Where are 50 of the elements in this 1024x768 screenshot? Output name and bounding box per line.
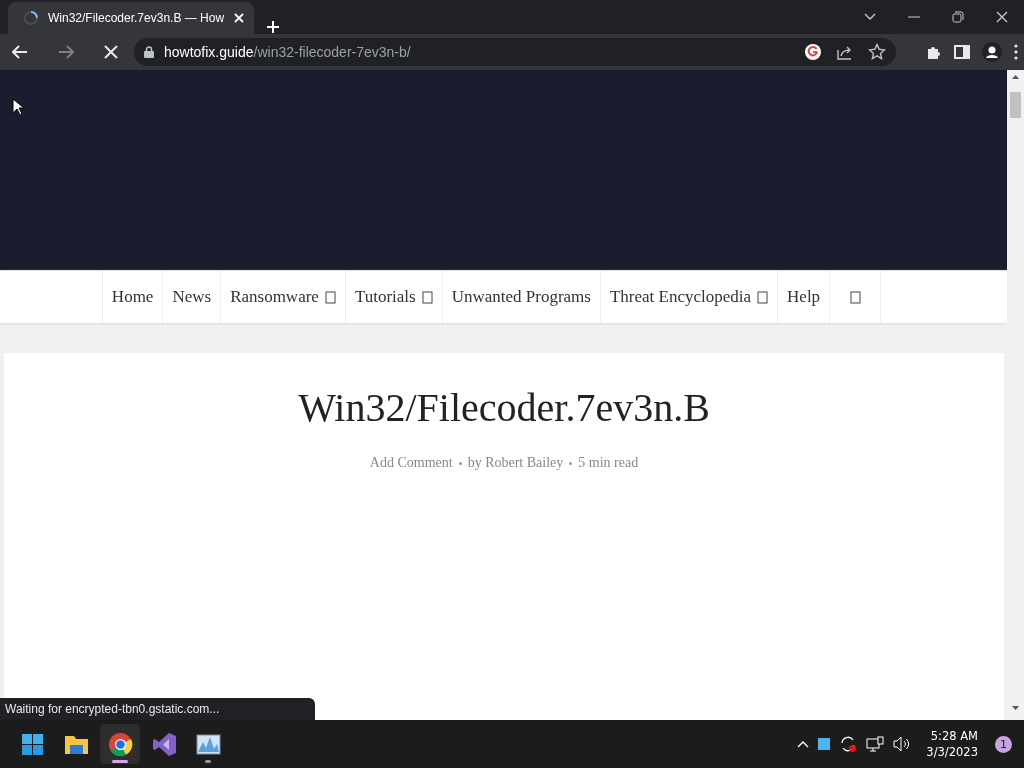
google-icon[interactable]	[804, 43, 822, 61]
article-meta: 5 min read	[578, 455, 639, 471]
chrome-icon	[107, 731, 133, 757]
taskbar-app[interactable]	[100, 724, 140, 764]
separator-dot	[569, 461, 573, 465]
square-icon[interactable]	[818, 738, 831, 750]
nav-link[interactable]: Home	[101, 271, 163, 323]
star-icon[interactable]	[868, 43, 886, 61]
tab-title: Win32/Filecoder.7ev3n.B — How	[48, 11, 225, 25]
close-tab-icon[interactable]	[234, 13, 245, 23]
nav-link[interactable]: Unwanted Programs	[441, 271, 600, 323]
nav-link[interactable]: Tutorials	[344, 271, 442, 323]
menu-icon[interactable]	[1014, 44, 1018, 60]
share-icon[interactable]	[836, 44, 854, 60]
url-text: howtofix.guide/win32-filecoder-7ev3n-b/	[164, 44, 412, 60]
puzzle-icon[interactable]	[926, 44, 942, 60]
article-meta[interactable]: Add Comment	[369, 455, 453, 471]
stop-icon[interactable]	[104, 45, 118, 59]
cursor-icon	[12, 98, 24, 116]
article-title: Win32/Filecoder.7ev3n.B	[298, 384, 710, 431]
studio-icon	[151, 731, 177, 757]
network-icon[interactable]	[866, 736, 885, 752]
status-bubble: Waiting for encrypted-tbn0.gstatic.com...	[0, 698, 316, 720]
restore-icon[interactable]	[952, 11, 964, 23]
side-panel-icon[interactable]	[954, 45, 970, 59]
close-icon[interactable]	[996, 11, 1008, 23]
article-meta: by Robert Bailey	[467, 455, 564, 471]
chevron-up-icon[interactable]	[797, 740, 810, 748]
separator-dot	[458, 461, 462, 465]
volume-icon[interactable]	[893, 736, 912, 752]
chevron-down-icon[interactable]	[864, 13, 876, 21]
browser-tab[interactable]: Win32/Filecoder.7ev3n.B — How	[8, 2, 255, 34]
nav-link[interactable]: News	[162, 271, 221, 323]
profile-icon[interactable]	[982, 42, 1002, 62]
address-bar[interactable]: howtofix.guide/win32-filecoder-7ev3n-b/	[134, 38, 896, 66]
nav-link[interactable]: Ransomware	[220, 271, 345, 323]
lock-icon	[144, 46, 154, 58]
nav-link[interactable]: Help	[777, 271, 830, 323]
clock[interactable]: 5:28 AM 3/3/2023	[926, 728, 978, 760]
new-tab-icon[interactable]	[266, 20, 281, 34]
forward-icon[interactable]	[58, 45, 74, 59]
nav-icon-button[interactable]	[829, 271, 882, 323]
back-icon[interactable]	[12, 45, 28, 59]
monitor-icon	[195, 731, 221, 757]
nav-link[interactable]: Threat Encyclopedia	[599, 271, 778, 323]
sync-icon[interactable]	[839, 735, 858, 753]
square-icon	[849, 290, 861, 304]
notification-badge[interactable]: 1	[995, 735, 1012, 753]
scrollbar-thumb[interactable]	[1010, 92, 1021, 118]
windows-icon	[19, 731, 45, 757]
